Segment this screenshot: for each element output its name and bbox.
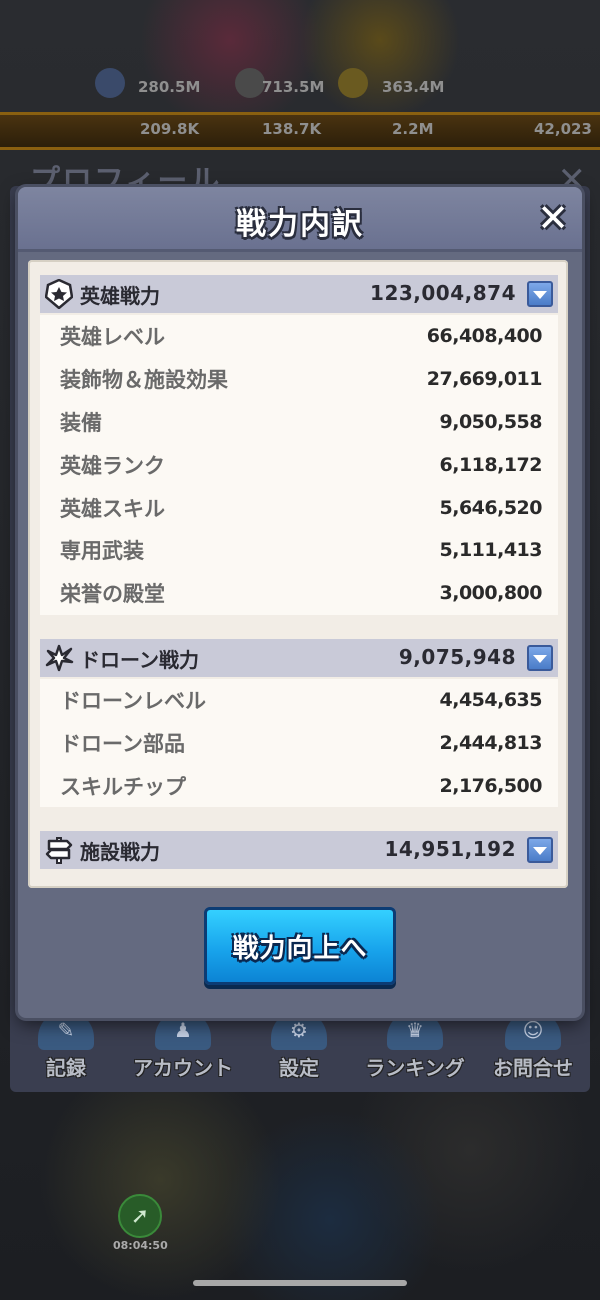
dropdown-toggle-button[interactable] xyxy=(527,837,553,863)
list-item: スキルチップ 2,176,500 xyxy=(40,765,558,808)
section-body-drone: ドローンレベル 4,454,635 ドローン部品 2,444,813 スキルチッ… xyxy=(40,679,558,808)
nav-item-support: ☺ お問合せ xyxy=(478,1010,588,1081)
list-item: ドローンレベル 4,454,635 xyxy=(40,679,558,722)
resource-value: 138.7K xyxy=(262,120,322,138)
row-value: 27,669,011 xyxy=(426,368,543,391)
row-label: 英雄ランク xyxy=(60,453,165,478)
resource-value: 280.5M xyxy=(138,78,201,96)
list-item: 装備 9,050,558 xyxy=(40,401,558,444)
modal-title: 戦力内訳 xyxy=(236,207,364,242)
nav-label: 記録 xyxy=(46,1056,86,1080)
row-value: 5,111,413 xyxy=(439,539,543,562)
section-header-facility[interactable]: 施設戦力 14,951,192 xyxy=(40,831,558,869)
signpost-icon xyxy=(40,831,78,869)
resource-value: 363.4M xyxy=(382,78,445,96)
button-label: 戦力向上へ xyxy=(232,933,368,964)
row-value: 5,646,520 xyxy=(439,496,543,519)
section-title: 施設戦力 xyxy=(80,839,160,864)
arrow-icon: ➚ xyxy=(118,1194,162,1238)
row-value: 6,118,172 xyxy=(439,453,543,476)
dropdown-toggle-button[interactable] xyxy=(527,645,553,671)
row-label: 装備 xyxy=(60,410,102,435)
section-header-drone[interactable]: ドローン戦力 9,075,948 xyxy=(40,639,558,677)
row-label: スキルチップ xyxy=(60,774,186,799)
hero-badge-icon xyxy=(40,275,78,313)
list-item: ドローン部品 2,444,813 xyxy=(40,722,558,765)
nav-item-settings: ⚙ 設定 xyxy=(244,1010,354,1081)
home-indicator[interactable] xyxy=(193,1280,407,1286)
row-label: 栄誉の殿堂 xyxy=(60,582,165,607)
section-total: 123,004,874 xyxy=(370,281,516,305)
coin-icon xyxy=(338,68,368,98)
profile-bottom-nav: ✎ 記録 ♟ アカウント ⚙ 設定 ♛ ランキング ☺ お問合せ xyxy=(0,1010,600,1090)
list-item: 英雄スキル 5,646,520 xyxy=(40,486,558,529)
row-value: 2,176,500 xyxy=(439,774,543,797)
resource-value: 209.8K xyxy=(140,120,200,138)
row-label: 英雄レベル xyxy=(60,325,165,350)
timer-text: 08:04:50 xyxy=(113,1239,168,1252)
list-item: 英雄ランク 6,118,172 xyxy=(40,443,558,486)
row-value: 3,000,800 xyxy=(439,582,543,605)
section-header-hero[interactable]: 英雄戦力 123,004,874 xyxy=(40,275,558,313)
row-label: 専用武装 xyxy=(60,539,144,564)
nav-item-ranking: ♛ ランキング xyxy=(360,1010,470,1081)
resource-value: 2.2M xyxy=(392,120,434,138)
list-item: 英雄レベル 66,408,400 xyxy=(40,315,558,358)
row-value: 2,444,813 xyxy=(439,732,543,755)
section-body-hero: 英雄レベル 66,408,400 装飾物＆施設効果 27,669,011 装備 … xyxy=(40,315,558,615)
resource-icon xyxy=(235,68,265,98)
nav-label: 設定 xyxy=(279,1056,319,1080)
list-item: 装飾物＆施設効果 27,669,011 xyxy=(40,358,558,401)
section-total: 14,951,192 xyxy=(384,837,516,861)
nav-label: アカウント xyxy=(133,1056,233,1080)
nav-item-account: ♟ アカウント xyxy=(128,1010,238,1081)
resource-bar-bottom: 209.8K 138.7K 2.2M 42,023 xyxy=(0,112,600,150)
resource-icon xyxy=(95,68,125,98)
row-label: 英雄スキル xyxy=(60,496,165,521)
modal-header: 戦力内訳 ✕ xyxy=(18,187,582,252)
section-title: 英雄戦力 xyxy=(80,283,160,308)
resource-value: 42,023 xyxy=(534,120,592,138)
list-item: 栄誉の殿堂 3,000,800 xyxy=(40,572,558,615)
row-value: 66,408,400 xyxy=(426,325,543,348)
section-total: 9,075,948 xyxy=(398,645,516,669)
row-value: 9,050,558 xyxy=(439,410,543,433)
dropdown-toggle-button[interactable] xyxy=(527,281,553,307)
drone-icon xyxy=(40,639,78,677)
power-breakdown-modal: 戦力内訳 ✕ 英雄戦力 123,004,874 英雄レベル 66,408,400… xyxy=(18,187,582,1018)
nav-label: お問合せ xyxy=(493,1056,573,1080)
resource-value: 713.5M xyxy=(262,78,325,96)
improve-power-button[interactable]: 戦力向上へ xyxy=(204,907,396,985)
resource-bar-top: 280.5M 713.5M 363.4M xyxy=(0,68,600,104)
row-label: 装飾物＆施設効果 xyxy=(60,368,228,393)
section-title: ドローン戦力 xyxy=(80,647,199,672)
row-value: 4,454,635 xyxy=(439,689,543,712)
nav-label: ランキング xyxy=(365,1056,465,1080)
breakdown-content: 英雄戦力 123,004,874 英雄レベル 66,408,400 装飾物＆施設… xyxy=(28,260,568,888)
nav-item-record: ✎ 記録 xyxy=(11,1010,121,1081)
row-label: ドローン部品 xyxy=(60,732,185,757)
row-label: ドローンレベル xyxy=(60,689,206,714)
close-button[interactable]: ✕ xyxy=(534,199,572,237)
list-item: 専用武装 5,111,413 xyxy=(40,529,558,572)
